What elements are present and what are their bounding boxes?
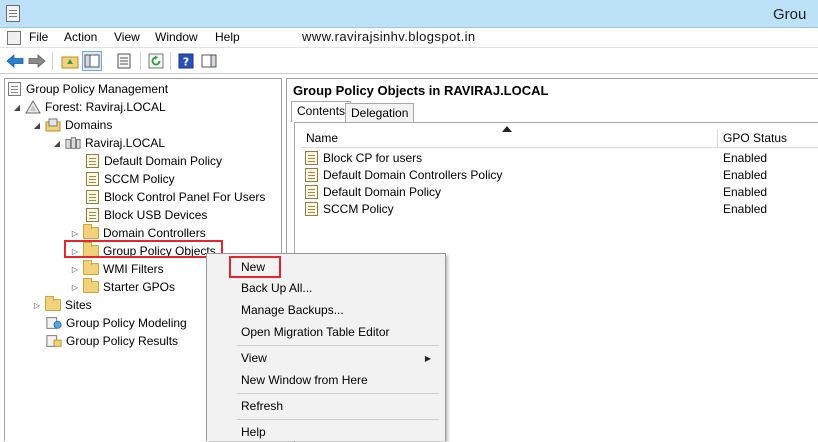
- tree-item-domain[interactable]: ◢ Raviraj.LOCAL: [52, 134, 165, 152]
- help-icon[interactable]: ?: [176, 51, 196, 71]
- gpo-link-icon: [86, 172, 99, 186]
- action-pane-icon[interactable]: [199, 51, 219, 71]
- refresh-icon[interactable]: [146, 51, 166, 71]
- column-header-name[interactable]: Name: [306, 131, 338, 145]
- expand-arrow-icon[interactable]: ▷: [70, 264, 80, 274]
- menu-window[interactable]: Window: [155, 30, 198, 44]
- table-row[interactable]: SCCM Policy: [305, 200, 394, 217]
- expand-arrow-icon[interactable]: ▷: [70, 282, 80, 292]
- sites-folder-icon: [45, 296, 61, 311]
- collapse-arrow-icon[interactable]: ◢: [52, 138, 62, 148]
- collapse-arrow-icon[interactable]: ◢: [32, 120, 42, 130]
- gpo-icon: [305, 184, 318, 199]
- gpo-status-value: Enabled: [723, 150, 768, 165]
- domains-icon: [45, 118, 61, 132]
- menu-separator: [237, 419, 439, 420]
- tree-item-sccm-policy[interactable]: SCCM Policy: [86, 170, 175, 188]
- tree-item-group-policy-results[interactable]: Group Policy Results: [46, 332, 178, 350]
- menu-item-help[interactable]: Help: [241, 422, 266, 442]
- domain-icon: [65, 137, 81, 149]
- collapse-arrow-icon[interactable]: ◢: [12, 102, 22, 112]
- back-arrow-icon[interactable]: [5, 51, 25, 71]
- menu-bar: File Action View Window Help www.raviraj…: [0, 28, 818, 48]
- tree-item-sites[interactable]: ▷ Sites: [32, 296, 92, 314]
- expand-arrow-icon[interactable]: ▷: [70, 228, 80, 238]
- gpo-status-value: Enabled: [723, 184, 768, 199]
- menu-file[interactable]: File: [29, 30, 48, 44]
- tree-item-domains[interactable]: ◢ Domains: [32, 116, 112, 134]
- ou-folder-icon: [83, 224, 99, 239]
- modeling-icon: [46, 317, 62, 329]
- expand-arrow-icon[interactable]: ▷: [32, 300, 42, 310]
- highlight-box-new: [229, 256, 281, 278]
- svg-text:?: ?: [183, 56, 189, 69]
- header-rule: [301, 147, 818, 148]
- app-icon: [6, 5, 20, 22]
- table-row[interactable]: Default Domain Policy: [305, 183, 441, 200]
- tree-item-block-usb-devices[interactable]: Block USB Devices: [86, 206, 207, 224]
- results-pane-title: Group Policy Objects in RAVIRAJ.LOCAL: [293, 83, 549, 98]
- menu-separator: [237, 393, 439, 394]
- menu-item-view[interactable]: View ▶: [241, 348, 441, 368]
- gpo-status-value: Enabled: [723, 167, 768, 182]
- tab-contents[interactable]: Contents: [291, 101, 352, 122]
- system-menu-icon[interactable]: [7, 31, 21, 45]
- toolbar: ?: [0, 48, 818, 74]
- forward-arrow-icon[interactable]: [27, 51, 47, 71]
- tree-item-default-domain-policy[interactable]: Default Domain Policy: [86, 152, 222, 170]
- tree-item-wmi-filters[interactable]: ▷ WMI Filters: [70, 260, 164, 278]
- toolbar-separator: [170, 52, 171, 70]
- table-row[interactable]: Block CP for users: [305, 149, 422, 166]
- toolbar-separator: [140, 52, 141, 70]
- column-header-gpo-status[interactable]: GPO Status: [723, 131, 787, 145]
- gpo-icon: [305, 150, 318, 165]
- watermark-text: www.ravirajsinhv.blogspot.in: [302, 29, 476, 44]
- highlight-box-gpo: [64, 240, 223, 258]
- sort-ascending-icon: [502, 126, 512, 132]
- menu-item-manage-backups[interactable]: Manage Backups...: [241, 300, 344, 320]
- menu-item-new-window-from-here[interactable]: New Window from Here: [241, 370, 368, 390]
- menu-action[interactable]: Action: [64, 30, 97, 44]
- tree-item-block-control-panel[interactable]: Block Control Panel For Users: [86, 188, 265, 206]
- menu-view[interactable]: View: [114, 30, 140, 44]
- properties-icon[interactable]: [114, 51, 134, 71]
- gpm-console-icon: [8, 82, 21, 96]
- tab-delegation[interactable]: Delegation: [345, 103, 415, 122]
- column-divider[interactable]: [717, 129, 718, 147]
- wmi-folder-icon: [83, 260, 99, 275]
- tree-item-group-policy-modeling[interactable]: Group Policy Modeling: [46, 314, 187, 332]
- menu-item-refresh[interactable]: Refresh: [241, 396, 283, 416]
- window-title: Grou: [773, 6, 807, 23]
- submenu-arrow-icon: ▶: [424, 353, 431, 363]
- tree-item-starter-gpos[interactable]: ▷ Starter GPOs: [70, 278, 175, 296]
- gpo-icon: [305, 201, 318, 216]
- gpo-icon: [305, 167, 318, 182]
- menu-item-back-up-all[interactable]: Back Up All...: [241, 278, 312, 298]
- up-folder-icon[interactable]: [60, 51, 80, 71]
- tree-item-group-policy-management[interactable]: Group Policy Management: [8, 80, 168, 98]
- table-row[interactable]: Default Domain Controllers Policy: [305, 166, 502, 183]
- gpo-link-icon: [86, 190, 99, 204]
- menu-help[interactable]: Help: [215, 30, 240, 44]
- context-menu: New Back Up All... Manage Backups... Ope…: [206, 253, 446, 441]
- forest-icon: [25, 100, 41, 114]
- gpo-link-icon: [86, 208, 99, 222]
- gpo-link-icon: [86, 154, 99, 168]
- menu-separator: [237, 345, 439, 346]
- tree-item-forest[interactable]: ◢ Forest: Raviraj.LOCAL: [12, 98, 166, 116]
- show-hide-tree-icon[interactable]: [82, 51, 102, 71]
- gpo-status-value: Enabled: [723, 201, 768, 216]
- starter-folder-icon: [83, 278, 99, 293]
- results-icon: [46, 335, 62, 347]
- title-bar: Grou: [0, 0, 818, 28]
- menu-item-open-migration-table-editor[interactable]: Open Migration Table Editor: [241, 322, 390, 342]
- toolbar-separator: [52, 52, 53, 70]
